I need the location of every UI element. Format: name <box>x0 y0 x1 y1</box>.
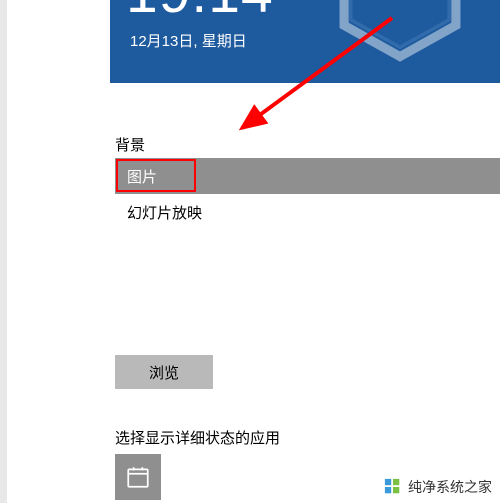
option-label: 图片 <box>127 166 157 187</box>
watermark-title: 纯净系统之家 <box>408 477 492 497</box>
watermark-text-block: 纯净系统之家 <box>408 477 492 497</box>
browse-button[interactable]: 浏览 <box>115 355 213 389</box>
lock-screen-preview: 19:14 12月13日, 星期日 <box>110 0 500 83</box>
background-section-label: 背景 <box>115 134 145 155</box>
watermark: 纯净系统之家 <box>384 477 492 497</box>
settings-panel: 19:14 12月13日, 星期日 背景 图片 幻灯片放映 浏览 选择显示详细状… <box>7 0 500 503</box>
background-options-list: 图片 幻灯片放映 <box>115 158 500 230</box>
left-sidebar-strip <box>0 0 7 503</box>
browse-button-label: 浏览 <box>149 362 179 383</box>
background-option-picture[interactable]: 图片 <box>115 158 500 194</box>
option-label: 幻灯片放映 <box>127 202 202 223</box>
lock-screen-date: 12月13日, 星期日 <box>130 30 247 51</box>
app-select-section-label: 选择显示详细状态的应用 <box>115 427 280 448</box>
background-option-slideshow[interactable]: 幻灯片放映 <box>115 194 500 230</box>
detailed-status-app-tile[interactable] <box>115 454 161 500</box>
lock-screen-time: 19:14 <box>126 0 274 22</box>
windows10-hexagon-decoration <box>335 0 465 75</box>
calendar-icon <box>125 464 151 490</box>
watermark-logo-icon <box>384 478 402 496</box>
